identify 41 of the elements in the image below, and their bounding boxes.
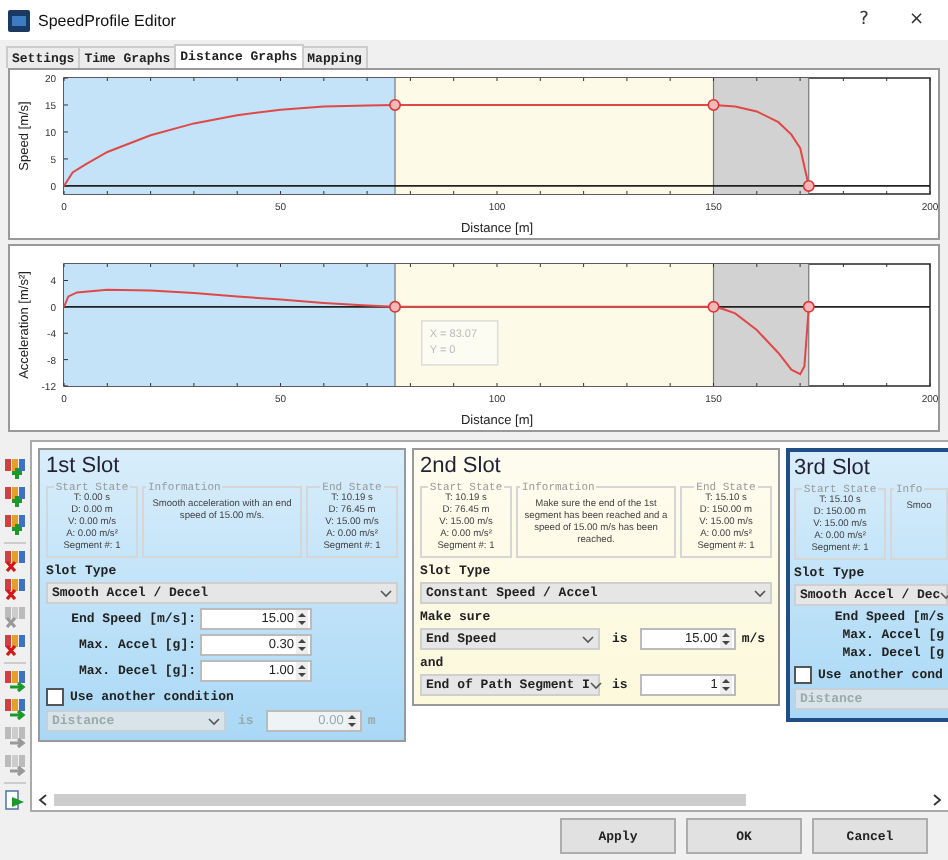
grid-arrow-icon[interactable] — [4, 670, 26, 692]
app-icon — [8, 9, 30, 31]
caret-icon — [754, 589, 766, 597]
point-marker[interactable] — [389, 99, 402, 111]
grid-plus-icon[interactable] — [4, 458, 26, 480]
checkbox[interactable] — [46, 688, 64, 706]
spin-arrows-icon[interactable] — [719, 630, 732, 648]
caret-icon — [208, 717, 220, 725]
grid-arrow-icon[interactable] — [4, 698, 26, 720]
slot-title: 1st Slot — [46, 454, 122, 480]
caret-icon — [589, 681, 602, 689]
spin-arrows-icon[interactable] — [719, 676, 732, 694]
grid-cross-icon[interactable] — [4, 550, 26, 572]
help-button[interactable]: ? — [843, 4, 885, 36]
grid-plus-icon[interactable] — [4, 514, 26, 536]
point-marker[interactable] — [707, 300, 720, 313]
scroll-right-icon[interactable] — [932, 794, 942, 806]
window-title: SpeedProfile Editor — [38, 11, 176, 29]
slot-title: 2nd Slot — [420, 454, 503, 480]
export-icon[interactable] — [4, 790, 26, 812]
slot-title: 3rd Slot — [794, 456, 872, 482]
grid-plus-icon[interactable] — [4, 486, 26, 508]
point-marker[interactable] — [707, 99, 720, 111]
scroll-thumb[interactable] — [54, 794, 746, 806]
point-marker[interactable] — [802, 179, 815, 192]
checkbox[interactable] — [794, 666, 812, 684]
caret-icon — [380, 589, 392, 597]
slot-card[interactable] — [38, 448, 406, 742]
spin-arrows-icon[interactable] — [296, 636, 308, 654]
spin-arrows-icon[interactable] — [296, 610, 308, 628]
tooltip — [420, 320, 499, 366]
spin-arrows-icon[interactable] — [296, 662, 308, 680]
grid-cross-icon[interactable] — [4, 634, 26, 656]
grid-cross-icon[interactable] — [4, 578, 26, 600]
spin-arrows-icon[interactable] — [345, 712, 358, 730]
caret-icon — [582, 635, 594, 643]
slot-card[interactable] — [412, 448, 780, 706]
scroll-left-icon[interactable] — [38, 794, 48, 806]
close-button[interactable]: × — [892, 4, 940, 36]
point-marker[interactable] — [802, 300, 815, 313]
point-marker[interactable] — [389, 300, 402, 313]
